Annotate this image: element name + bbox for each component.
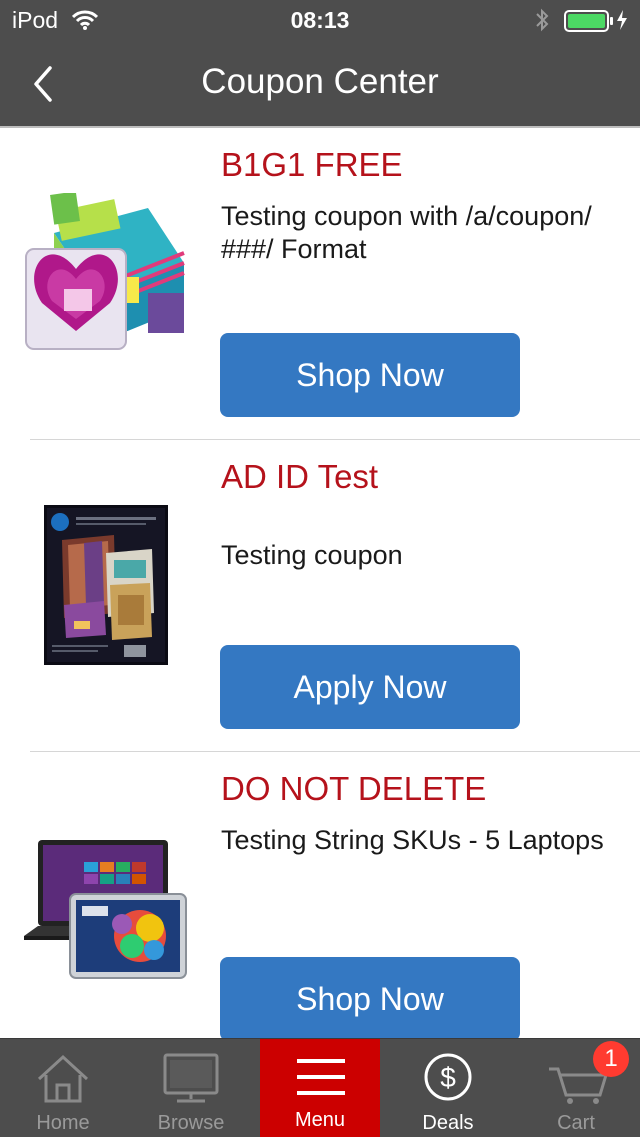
coupon-list[interactable]: B1G1 FREE Testing coupon with /a/coupon/… — [0, 128, 640, 1038]
tab-home[interactable]: Home — [3, 1039, 123, 1137]
coupon-description: Testing coupon with /a/coupon/ ###/ Form… — [221, 201, 592, 264]
charging-icon — [616, 9, 628, 36]
shop-now-button[interactable]: Shop Now — [220, 333, 520, 417]
coupon-item: AD ID Test Testing coupon Apply Now — [0, 440, 640, 752]
coupon-title: B1G1 FREE — [221, 146, 403, 183]
tab-menu[interactable]: Menu — [260, 1039, 380, 1137]
nav-bar: Coupon Center — [0, 40, 640, 128]
tab-deals[interactable]: $ Deals — [388, 1039, 508, 1137]
status-bar: iPod 08:13 — [0, 0, 640, 40]
shop-now-button[interactable]: Shop Now — [220, 957, 520, 1038]
cart-badge: 1 — [593, 1041, 629, 1077]
bluetooth-icon — [533, 8, 551, 37]
dollar-icon: $ — [388, 1051, 508, 1105]
apply-now-button[interactable]: Apply Now — [220, 645, 520, 729]
tab-label: Cart — [557, 1112, 595, 1134]
tab-label: Browse — [157, 1112, 225, 1134]
coupon-item: B1G1 FREE Testing coupon with /a/coupon/… — [0, 128, 640, 440]
monitor-icon — [131, 1051, 251, 1105]
svg-text:$: $ — [440, 1062, 456, 1093]
hamburger-icon — [260, 1051, 380, 1105]
coupon-description: Testing String SKUs - 5 Laptops — [221, 825, 604, 855]
coupon-item: DO NOT DELETE Testing String SKUs - 5 La… — [0, 752, 640, 1038]
coupon-title: AD ID Test — [221, 458, 379, 495]
tab-bar: Home Browse Menu $ Deals Cart — [0, 1038, 640, 1137]
battery-icon — [564, 10, 614, 37]
coupon-title: DO NOT DELETE — [221, 770, 487, 807]
coupon-description: Testing coupon — [221, 540, 403, 570]
tab-label: Menu — [294, 1109, 346, 1131]
tab-browse[interactable]: Browse — [131, 1039, 251, 1137]
hp-brochure-paper-product-image — [44, 505, 168, 665]
home-icon — [3, 1051, 123, 1105]
sticky-notes-product-image — [18, 191, 190, 358]
page-title: Coupon Center — [201, 62, 439, 101]
laptop-tablet-product-image — [24, 840, 188, 980]
tab-label: Home — [36, 1112, 90, 1134]
tab-label: Deals — [422, 1112, 474, 1134]
